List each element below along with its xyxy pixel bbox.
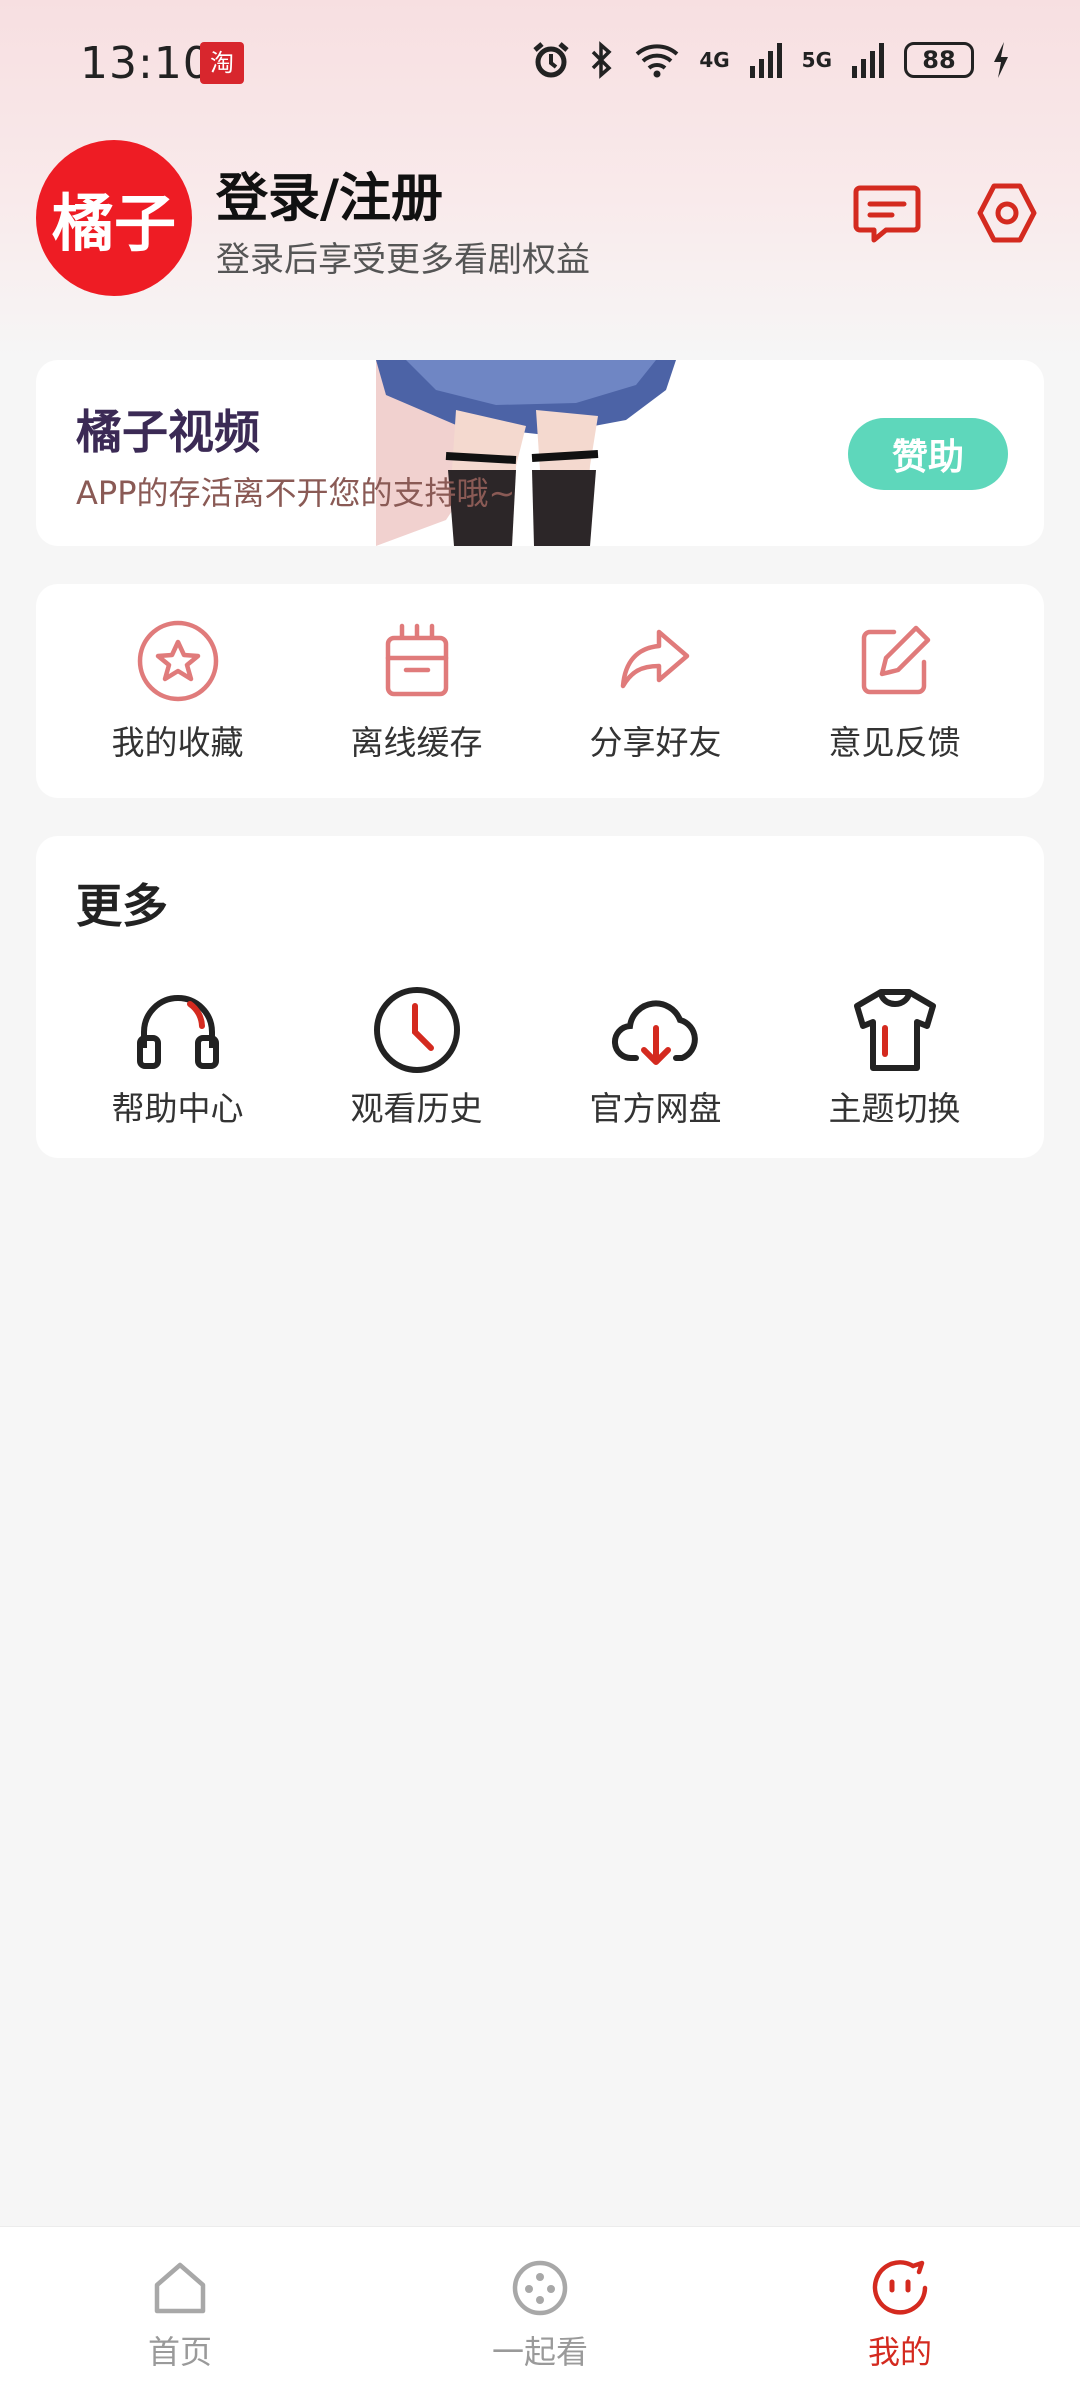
quick-action-label: 分享好友	[589, 723, 722, 762]
status-time: 13:10	[80, 38, 212, 89]
face-icon	[872, 2260, 928, 2315]
status-icons: 4G 5G 88	[531, 40, 1010, 80]
sponsor-subtitle: APP的存活离不开您的支持哦~	[76, 474, 516, 512]
quick-action-label: 我的收藏	[111, 723, 244, 762]
cloud-download-icon	[611, 1000, 698, 1065]
battery-indicator: 88	[904, 42, 974, 78]
nav-home[interactable]: 首页	[0, 2227, 360, 2389]
quick-action-offline-cache[interactable]: 离线缓存	[297, 618, 536, 764]
network-5g-label: 5G	[801, 48, 832, 72]
status-bar: 13:10 淘 4G 5G 88	[0, 0, 1080, 130]
signal-5g-icon	[852, 43, 884, 78]
more-item-label: 帮助中心	[111, 1089, 244, 1128]
nav-label: 首页	[147, 2333, 212, 2371]
star-icon	[137, 620, 218, 702]
alarm-icon	[533, 42, 569, 78]
wifi-icon	[635, 44, 679, 78]
nav-label: 一起看	[491, 2333, 588, 2371]
film-reel-icon	[512, 2260, 568, 2316]
network-4g-label: 4G	[699, 48, 730, 72]
nav-watch-together[interactable]: 一起看	[360, 2227, 720, 2389]
more-item-label: 官方网盘	[589, 1089, 722, 1128]
more-card: 更多 帮助中心 观看历史 官方网盘 主题切换	[36, 836, 1044, 1158]
charging-icon	[994, 42, 1008, 78]
share-icon	[620, 629, 689, 689]
home-icon	[154, 2262, 206, 2314]
headphones-icon	[136, 995, 219, 1069]
bluetooth-icon	[592, 41, 612, 79]
sponsor-card[interactable]: 橘子视频 APP的存活离不开您的支持哦~ 赞助	[36, 360, 1044, 546]
nav-label: 我的	[867, 2333, 932, 2371]
more-item-label: 主题切换	[828, 1089, 961, 1128]
sponsor-button[interactable]: 赞助	[848, 418, 1008, 490]
more-item-label: 观看历史	[350, 1089, 483, 1128]
bottom-nav: 首页 一起看 我的	[0, 2226, 1080, 2389]
more-item-cloud-drive[interactable]: 官方网盘	[536, 982, 775, 1130]
quick-action-label: 离线缓存	[350, 723, 483, 762]
taobao-badge-icon: 淘	[200, 42, 244, 84]
more-item-watch-history[interactable]: 观看历史	[297, 982, 536, 1130]
signal-icon	[749, 43, 782, 78]
edit-icon	[861, 625, 930, 695]
more-item-help-center[interactable]: 帮助中心	[58, 982, 297, 1130]
cache-box-icon	[385, 623, 448, 697]
settings-icon[interactable]	[972, 178, 1042, 248]
login-register-link[interactable]: 登录/注册	[216, 156, 443, 231]
more-title: 更多	[76, 879, 168, 933]
quick-action-label: 意见反馈	[828, 723, 961, 762]
quick-action-feedback[interactable]: 意见反馈	[775, 618, 1014, 764]
avatar[interactable]: 橘子	[36, 140, 192, 296]
message-icon[interactable]	[852, 178, 922, 248]
login-subtitle: 登录后享受更多看剧权益	[216, 240, 590, 280]
quick-actions-card: 我的收藏 离线缓存 分享好友 意见反馈	[36, 584, 1044, 798]
clock-icon	[373, 987, 460, 1073]
quick-action-favorites[interactable]: 我的收藏	[58, 618, 297, 764]
tshirt-icon	[853, 989, 936, 1071]
quick-action-share[interactable]: 分享好友	[536, 618, 775, 764]
more-item-theme-switch[interactable]: 主题切换	[775, 982, 1014, 1130]
anime-character-illustration	[376, 360, 676, 546]
sponsor-title: 橘子视频	[76, 405, 260, 459]
nav-mine[interactable]: 我的	[720, 2227, 1080, 2389]
